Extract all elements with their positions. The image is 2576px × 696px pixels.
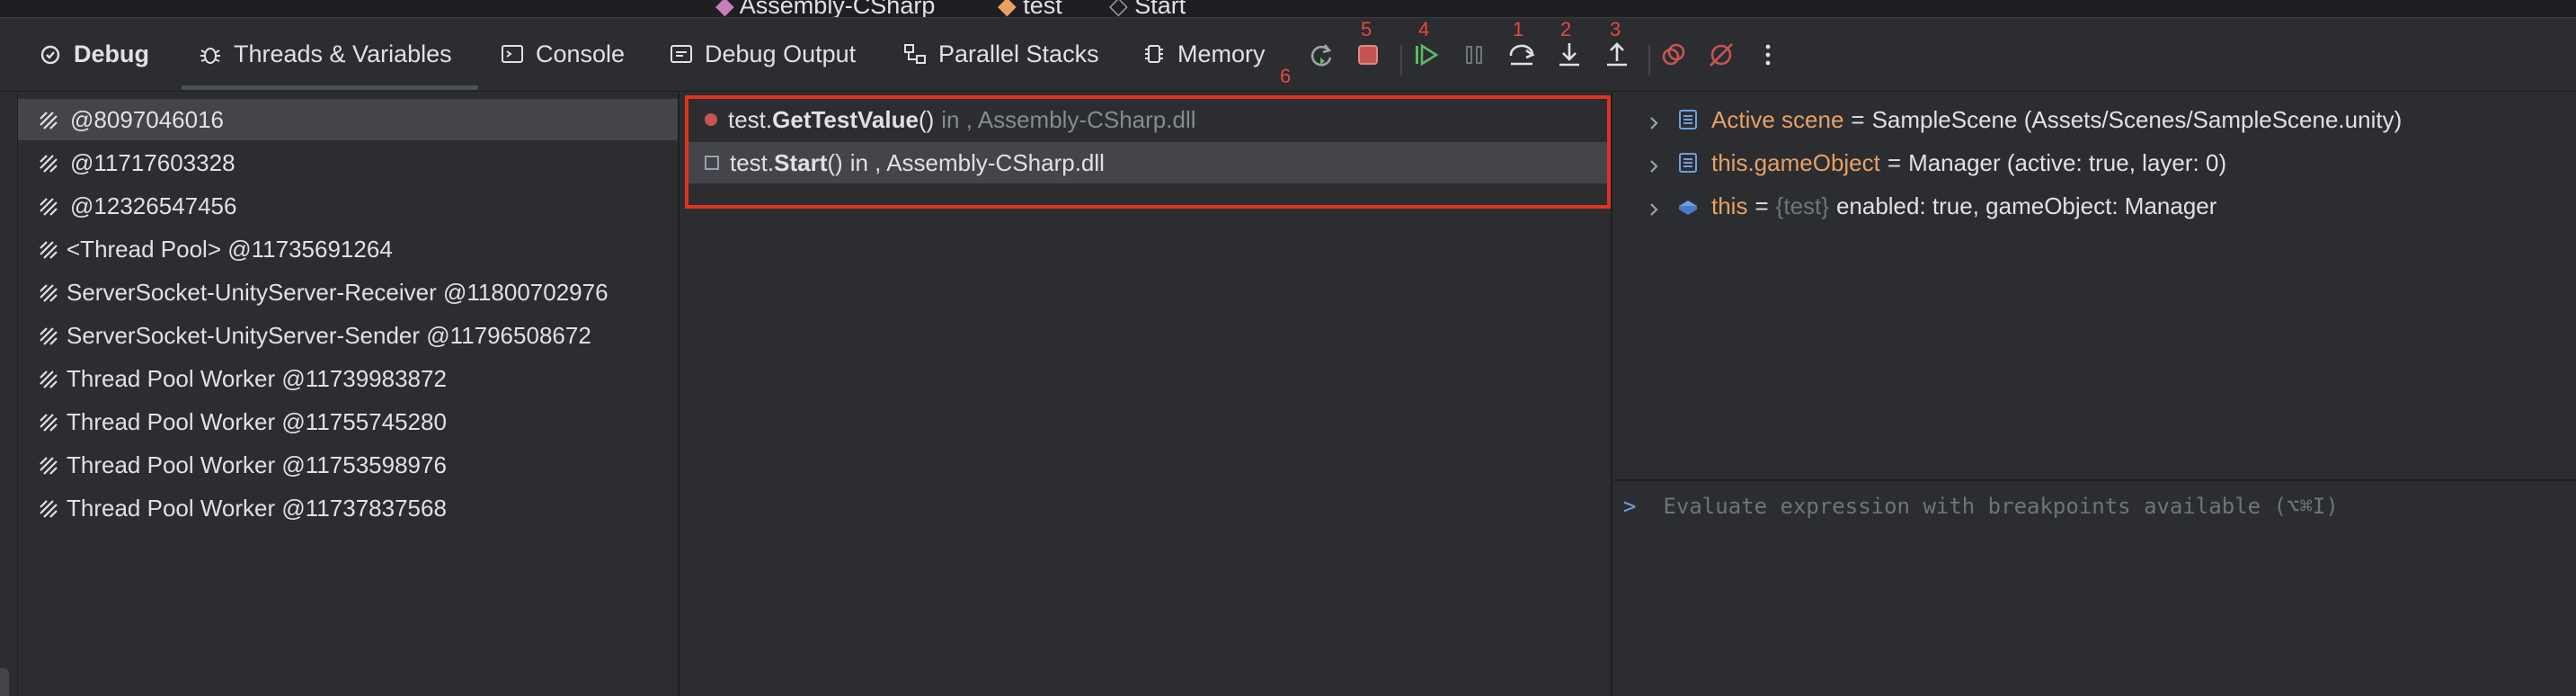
step-into-icon [1559, 43, 1579, 67]
chevron-right-icon[interactable] [1645, 154, 1663, 173]
thread-row[interactable]: ServerSocket-UnityServer-Receiver @11800… [18, 272, 678, 313]
variable-row[interactable]: this.gameObject = Manager (active: true,… [1614, 142, 2576, 183]
breakpoint-dot-icon [705, 113, 717, 126]
evaluate-expression-input[interactable] [1663, 494, 2527, 519]
step-out-button[interactable] [1602, 40, 1632, 70]
thread-icon [36, 236, 61, 262]
evaluate-prompt: > [1623, 494, 1637, 519]
thread-icon [36, 150, 61, 175]
threads-pane: @8097046016 @11717603328 @12326547456 <T… [18, 92, 680, 696]
thread-icon [36, 193, 61, 219]
tab-debug[interactable]: Debug [38, 36, 149, 72]
breadcrumb: ◆ Assembly-CSharp ◆ test ◇ Start [0, 0, 2576, 18]
breadcrumb-project[interactable]: ◆ Assembly-CSharp [715, 0, 935, 18]
breadcrumb-class[interactable]: ◆ test [998, 0, 1062, 18]
toolbar-separator [1648, 45, 1650, 76]
parallel-stacks-icon [902, 41, 928, 67]
step-out-icon [1607, 42, 1627, 67]
mute-breakpoints-button[interactable] [1706, 40, 1737, 70]
tab-debug-output[interactable]: Debug Output [669, 36, 856, 72]
console-icon [500, 41, 525, 67]
thread-row[interactable]: Thread Pool Worker @11755745280 [18, 401, 678, 442]
annotation-4: 4 [1418, 18, 1430, 40]
resume-icon [1416, 43, 1439, 67]
object-icon [1675, 193, 1701, 219]
breadcrumb-method[interactable]: ◇ Start [1109, 0, 1186, 18]
step-into-button[interactable] [1554, 40, 1585, 70]
mute-breakpoints-icon [1710, 43, 1733, 67]
class-icon: ◆ [998, 0, 1017, 18]
annotation-2: 2 [1560, 18, 1572, 40]
step-over-button[interactable] [1506, 40, 1537, 70]
thread-icon [36, 409, 61, 434]
pause-button[interactable] [1459, 40, 1489, 70]
frame-row[interactable]: test.GetTestValue() in , Assembly-CSharp… [688, 99, 1607, 140]
view-breakpoints-icon [1662, 43, 1685, 66]
variables-pane: Active scene = SampleScene (Assets/Scene… [1614, 92, 2576, 696]
toolbar-separator [1400, 45, 1402, 76]
stop-icon [1358, 45, 1378, 65]
chevron-right-icon[interactable] [1645, 111, 1663, 129]
method-icon: ◇ [1109, 0, 1128, 18]
active-tab-indicator [182, 85, 478, 90]
more-vertical-icon [1765, 44, 1771, 66]
field-list-icon [1675, 107, 1701, 132]
thread-row[interactable]: Thread Pool Worker @11737837568 [18, 487, 678, 529]
resume-button[interactable] [1411, 40, 1442, 70]
more-options-button[interactable] [1753, 40, 1783, 70]
frame-row[interactable]: test.Start() in , Assembly-CSharp.dll [688, 142, 1607, 183]
evaluate-expression-bar: > [1614, 479, 2576, 531]
thread-row[interactable]: @11717603328 [18, 142, 678, 183]
stop-button[interactable] [1353, 40, 1383, 70]
thread-row[interactable]: ServerSocket-UnityServer-Sender @1179650… [18, 315, 678, 356]
variable-row[interactable]: Active scene = SampleScene (Assets/Scene… [1614, 99, 2576, 140]
view-breakpoints-button[interactable] [1658, 40, 1689, 70]
chevron-right-icon[interactable] [1645, 197, 1663, 216]
csharp-icon: ◆ [715, 0, 734, 18]
memory-chip-icon [1141, 41, 1167, 67]
variable-row[interactable]: this = {test} enabled: true, gameObject:… [1614, 185, 2576, 227]
rerun-icon [1310, 44, 1332, 67]
tab-console[interactable]: Console [500, 36, 625, 72]
thread-row[interactable]: @8097046016 [18, 99, 678, 140]
annotation-3: 3 [1610, 18, 1621, 40]
frames-pane: test.GetTestValue() in , Assembly-CSharp… [681, 92, 1612, 696]
thread-icon [36, 495, 61, 521]
thread-icon [36, 323, 61, 348]
frame-name: test.Start() [730, 148, 843, 176]
frame-square-icon [705, 156, 719, 170]
tab-memory[interactable]: Memory [1141, 36, 1266, 72]
field-list-icon [1675, 150, 1701, 175]
left-rail [0, 92, 18, 696]
pause-icon [1466, 46, 1482, 64]
thread-icon [36, 452, 61, 477]
thread-icon [36, 366, 61, 391]
rail-handle[interactable] [0, 668, 9, 696]
thread-icon [36, 280, 61, 305]
thread-icon [36, 107, 61, 132]
frame-location: in , Assembly-CSharp.dll [941, 105, 1196, 133]
rerun-button[interactable] [1305, 40, 1336, 70]
tab-threads-variables[interactable]: Threads & Variables [198, 36, 452, 72]
thread-row[interactable]: Thread Pool Worker @11753598976 [18, 444, 678, 486]
annotation-5: 5 [1361, 18, 1372, 40]
frame-location: in , Assembly-CSharp.dll [849, 148, 1105, 176]
debug-toolbar: Debug Threads & Variables Console Debug … [0, 18, 2576, 92]
thread-row[interactable]: Thread Pool Worker @11739983872 [18, 358, 678, 399]
thread-row[interactable]: <Thread Pool> @11735691264 [18, 228, 678, 270]
step-over-icon [1509, 44, 1535, 66]
annotation-6: 6 [1280, 65, 1292, 87]
tab-parallel-stacks[interactable]: Parallel Stacks [902, 36, 1099, 72]
output-icon [669, 41, 694, 67]
frame-name: test.GetTestValue() [728, 105, 935, 133]
debug-bug-icon [38, 41, 63, 67]
annotation-1: 1 [1513, 18, 1524, 40]
bug-icon [198, 41, 223, 67]
thread-row[interactable]: @12326547456 [18, 185, 678, 227]
